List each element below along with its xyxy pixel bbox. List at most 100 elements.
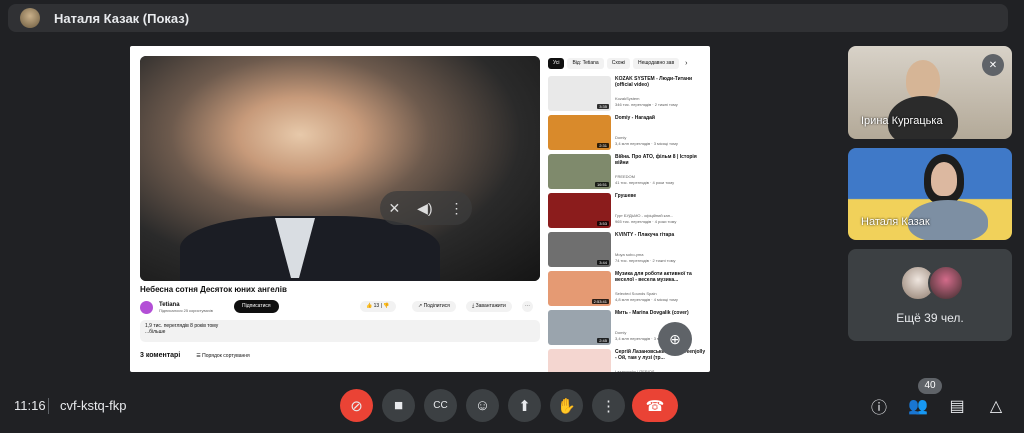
recommended-video[interactable]: 2:31 Domiy - Нагадай Domiy 3,4 млн перегляд… xyxy=(548,115,708,151)
recommended-meta: 965 тис. переглядів · 4 роки тому xyxy=(615,219,677,224)
meeting-time: 11:16 xyxy=(14,398,46,413)
recommended-video[interactable]: 3:53 Грушеве Гурт БУДЬМО - офіційний кан..… xyxy=(548,193,708,229)
video-thumbnail[interactable]: 2:53:41 xyxy=(548,271,611,306)
chat-icon[interactable]: ▤ xyxy=(945,394,969,418)
participant-face xyxy=(906,60,940,100)
participant-avatar xyxy=(928,265,964,301)
chip-from-channel[interactable]: Від: Tetiana xyxy=(567,58,604,69)
subscribe-button[interactable]: Підписатися xyxy=(234,300,279,313)
zoom-in-icon[interactable]: ⊕ xyxy=(658,322,692,356)
presenter-title: Наталя Казак (Показ) xyxy=(54,10,190,26)
closed-captions-icon: CC xyxy=(433,400,448,411)
channel-row: Tetiana Підписалося 25 користувачів Підп… xyxy=(140,299,540,315)
video-duration: 2:53:41 xyxy=(591,299,609,304)
people-count-badge: 40 xyxy=(918,378,942,394)
activities-icon[interactable]: △ xyxy=(984,394,1008,418)
share-label: Поділитися xyxy=(423,303,450,309)
participant-tile[interactable]: ✕ Ірина Кургацька xyxy=(848,46,1012,139)
recommended-video[interactable]: 3:44 KVINTY - Плакуча гітара Moya sobo-yma… xyxy=(548,232,708,268)
video-duration: 3:44 xyxy=(597,260,609,265)
more-actions-button[interactable]: ⋯ xyxy=(522,301,533,312)
present-button[interactable]: ⬆ xyxy=(508,389,541,422)
people-icon[interactable]: 👥 xyxy=(906,394,930,418)
video-thumbnail[interactable] xyxy=(548,349,611,372)
video-thumbnail[interactable]: 3:53 xyxy=(548,193,611,228)
chevron-right-icon[interactable]: › xyxy=(685,58,687,69)
description-box[interactable]: 1,9 тис. переглядів 8 років тому ...біль… xyxy=(140,320,540,342)
recommended-video[interactable]: 2:53:41 Музика для роботи активної та вес… xyxy=(548,271,708,307)
recommended-channel: Гурт БУДЬМО - офіційний кан... xyxy=(615,213,674,218)
video-thumbnail[interactable]: 3:35 xyxy=(548,76,611,111)
video-duration: 3:53 xyxy=(597,221,609,226)
like-button[interactable]: 👍 13 | 👎 xyxy=(360,301,396,312)
video-title: Небесна сотня Десяток юних ангелів xyxy=(140,285,287,294)
reactions-button[interactable]: ☺ xyxy=(466,389,499,422)
more-vert-icon[interactable]: ⋮ xyxy=(450,200,464,217)
mic-off-icon: ⊘ xyxy=(350,397,363,415)
presenter-avatar xyxy=(20,8,40,28)
recommended-title[interactable]: Війна. Про АТО, фільм 8 | Історія війни xyxy=(615,154,707,166)
recommended-title[interactable]: Грушеве xyxy=(615,193,707,199)
video-thumbnail[interactable]: 16:51 xyxy=(548,154,611,189)
more-participants-tile[interactable]: Ещё 39 чел. xyxy=(848,249,1012,341)
recommended-title[interactable]: Мить - Marina Dovgalik (cover) xyxy=(615,310,707,316)
channel-info: Tetiana Підписалося 25 користувачів xyxy=(159,302,213,313)
sort-button[interactable]: ☰ Порядок сортування xyxy=(196,353,249,359)
download-label: Завантажити xyxy=(475,303,506,309)
recommended-meta: 346 тис. переглядів · 2 тижні тому xyxy=(615,102,678,107)
captions-button[interactable]: CC xyxy=(424,389,457,422)
shared-screen: ✕ ◀) ⋮ Небесна сотня Десяток юних ангелі… xyxy=(130,46,710,372)
recommended-channel: Domiy xyxy=(615,135,627,140)
participant-name: Ірина Кургацька xyxy=(861,115,943,127)
more-link[interactable]: ...більше xyxy=(145,329,535,335)
video-thumbnail[interactable]: 3:44 xyxy=(548,232,611,267)
recommended-channel: FREEDOM xyxy=(615,174,635,179)
recommended-title[interactable]: KOZAK SYSTEM - Люди-Титани (official vid… xyxy=(615,76,707,88)
presentation-bar: Наталя Казак (Показ) xyxy=(8,4,1008,32)
recommended-title[interactable]: Музика для роботи активної та веселої - … xyxy=(615,271,707,283)
download-button[interactable]: ⤓ Завантажити xyxy=(466,301,512,312)
info-icon[interactable]: ⓘ xyxy=(867,394,891,418)
emoji-icon: ☺ xyxy=(474,397,491,414)
player-controls: ✕ ◀) ⋮ xyxy=(380,191,472,225)
chip-all[interactable]: Усі xyxy=(548,58,565,69)
video-thumbnail[interactable]: 2:31 xyxy=(548,115,611,150)
recommended-channel: Domiy xyxy=(615,330,627,335)
divider xyxy=(48,398,49,414)
video-player[interactable]: ✕ ◀) ⋮ xyxy=(140,56,540,281)
videocam-icon: ■ xyxy=(393,397,404,414)
participant-tile[interactable]: Наталя Казак xyxy=(848,148,1012,240)
present-screen-icon: ⬆ xyxy=(518,397,531,415)
pin-off-icon[interactable]: ✕ xyxy=(388,200,400,217)
channel-avatar[interactable] xyxy=(140,300,153,314)
participant-face xyxy=(931,162,957,196)
video-thumbnail[interactable]: 2:45 xyxy=(548,310,611,345)
comments-header: 3 коментарі ☰ Порядок сортування xyxy=(140,352,250,359)
recommended-channel: Lazanovsky | ПЕРІОД xyxy=(615,369,655,372)
mic-off-icon: ✕ xyxy=(982,54,1004,76)
recommended-title[interactable]: KVINTY - Плакуча гітара xyxy=(615,232,707,238)
share-button[interactable]: ↗ Поділитися xyxy=(412,301,456,312)
video-duration: 2:31 xyxy=(597,143,609,148)
volume-icon[interactable]: ◀) xyxy=(417,200,432,217)
more-options-button[interactable]: ⋮ xyxy=(592,389,625,422)
mic-toggle-button[interactable]: ⊘ xyxy=(340,389,373,422)
meeting-controls: 11:16 cvf-kstq-fkp ⊘ ■ CC ☺ ⬆ ✋ ⋮ ☎ ⓘ 👥 … xyxy=(0,388,1024,424)
sort-label: Порядок сортування xyxy=(202,352,250,359)
chip-related[interactable]: Схожі xyxy=(606,58,630,69)
recommended-channel: KozakSystem xyxy=(615,96,640,101)
recommended-title[interactable]: Domiy - Нагадай xyxy=(615,115,707,121)
chip-recently-uploaded[interactable]: Нещодавно зав xyxy=(632,58,680,69)
recommended-video[interactable]: 3:35 KOZAK SYSTEM - Люди-Титани (official… xyxy=(548,76,708,112)
filter-chips: Усі Від: Tetiana Схожі Нещодавно зав › xyxy=(548,58,687,69)
recommended-meta: 41 тис. переглядів · 4 роки тому xyxy=(615,180,675,185)
recommended-video[interactable]: 16:51 Війна. Про АТО, фільм 8 | Історія в… xyxy=(548,154,708,190)
end-call-button[interactable]: ☎ xyxy=(632,389,678,422)
meeting-code: cvf-kstq-fkp xyxy=(60,398,127,413)
phone-hangup-icon: ☎ xyxy=(645,397,665,415)
participant-name: Наталя Казак xyxy=(861,216,930,228)
recommended-title[interactable]: Сергій Лазановський feat. Greenjolly - О… xyxy=(615,349,707,361)
raise-hand-button[interactable]: ✋ xyxy=(550,389,583,422)
camera-toggle-button[interactable]: ■ xyxy=(382,389,415,422)
video-duration: 3:35 xyxy=(597,104,609,109)
